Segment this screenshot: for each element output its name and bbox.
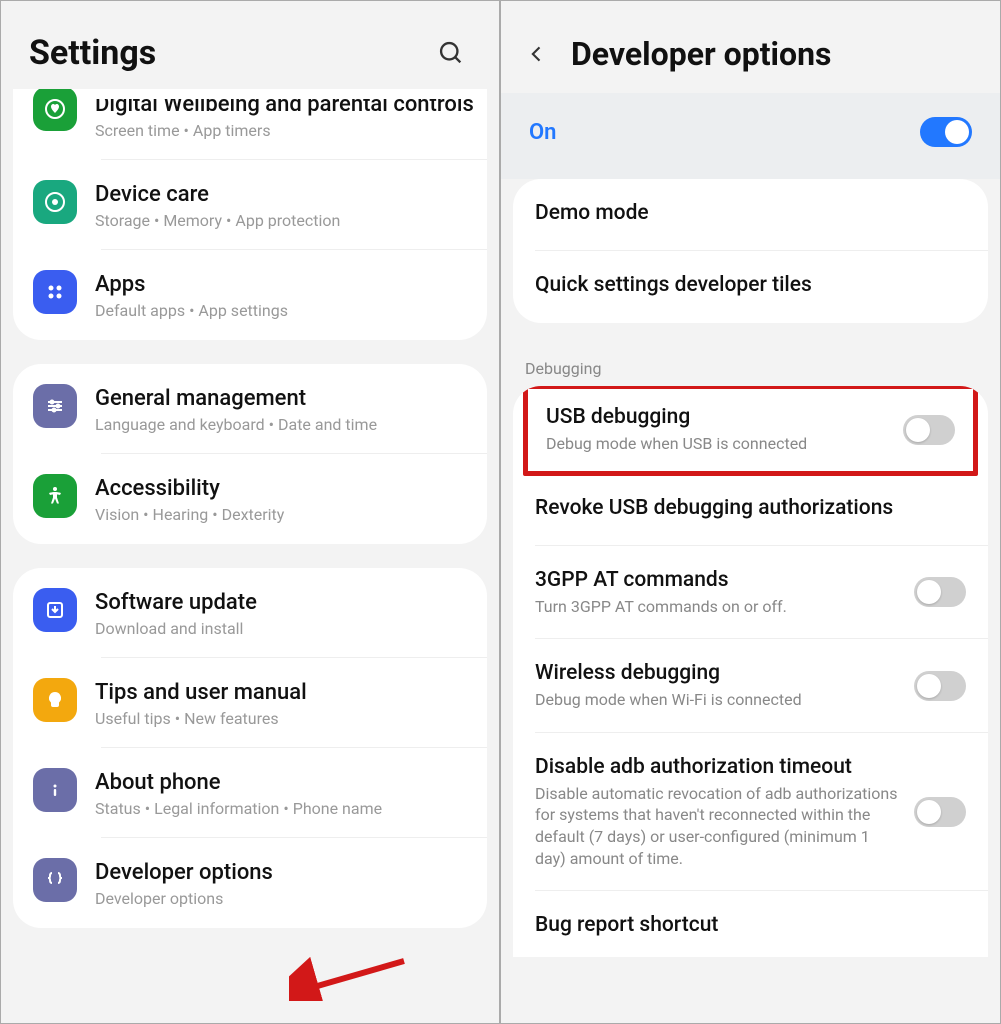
dev-item-revoke[interactable]: Revoke USB debugging authorizations xyxy=(513,474,988,546)
grid-icon xyxy=(33,270,77,314)
dev-item-bugreport[interactable]: Bug report shortcut xyxy=(513,891,988,949)
accessibility-icon xyxy=(33,474,77,518)
settings-item-title: Device care xyxy=(95,182,467,207)
developer-title: Developer options xyxy=(571,35,831,73)
settings-group: Digital Wellbeing and parental controls S… xyxy=(13,89,487,340)
toggle-usb[interactable] xyxy=(903,415,955,445)
dev-item-title: Quick settings developer tiles xyxy=(535,273,812,297)
settings-item-subtitle: Language and keyboard • Date and time xyxy=(95,415,467,434)
section-header-debugging: Debugging xyxy=(501,339,1000,386)
settings-item-title: Software update xyxy=(95,590,467,615)
settings-item-about[interactable]: About phone Status • Legal information • … xyxy=(13,748,487,838)
settings-item-subtitle: Storage • Memory • App protection xyxy=(95,211,467,230)
settings-title: Settings xyxy=(29,33,156,73)
settings-item-subtitle: Default apps • App settings xyxy=(95,301,467,320)
settings-group: Software update Download and install Tips … xyxy=(13,568,487,928)
settings-screen: Settings Digital Wellbeing and parental … xyxy=(0,0,500,1024)
info-icon xyxy=(33,768,77,812)
dev-item-title: Revoke USB debugging authorizations xyxy=(535,496,966,520)
dev-item-subtitle: Debug mode when Wi-Fi is connected xyxy=(535,689,898,711)
master-toggle[interactable] xyxy=(920,117,972,147)
settings-item-tips[interactable]: Tips and user manual Useful tips • New fe… xyxy=(13,658,487,748)
settings-item-accessibility[interactable]: Accessibility Vision • Hearing • Dexterit… xyxy=(13,454,487,544)
toggle-adb[interactable] xyxy=(914,797,966,827)
settings-item-title: Digital Wellbeing and parental controls xyxy=(95,99,474,117)
heart-icon xyxy=(33,89,77,131)
dev-item-subtitle: Turn 3GPP AT commands on or off. xyxy=(535,596,898,618)
settings-item-title: About phone xyxy=(95,770,467,795)
settings-group: General management Language and keyboard … xyxy=(13,364,487,544)
settings-item-subtitle: Status • Legal information • Phone name xyxy=(95,799,467,818)
dev-item-subtitle: Debug mode when USB is connected xyxy=(546,433,887,455)
settings-item-dev[interactable]: Developer options Developer options xyxy=(13,838,487,928)
dev-item-title: Demo mode xyxy=(535,201,649,225)
braces-icon xyxy=(33,858,77,902)
arrow-annotation xyxy=(289,951,409,1001)
dev-item-qstiles[interactable]: Quick settings developer tiles xyxy=(513,251,988,323)
chevron-left-icon xyxy=(527,44,547,64)
settings-item-title: Tips and user manual xyxy=(95,680,467,705)
master-toggle-label: On xyxy=(529,120,556,145)
dev-group-general: Demo mode Quick settings developer tiles xyxy=(513,179,988,323)
dev-item-wireless[interactable]: Wireless debugging Debug mode when Wi-Fi … xyxy=(513,639,988,733)
dev-item-demo[interactable]: Demo mode xyxy=(513,179,988,251)
dev-item-title: 3GPP AT commands xyxy=(535,568,898,592)
settings-item-wellbeing[interactable]: Digital Wellbeing and parental controls S… xyxy=(13,89,487,160)
settings-item-title: Accessibility xyxy=(95,476,467,501)
settings-item-subtitle: Vision • Hearing • Dexterity xyxy=(95,505,467,524)
search-icon xyxy=(437,39,465,67)
update-icon xyxy=(33,588,77,632)
care-icon xyxy=(33,180,77,224)
bulb-icon xyxy=(33,678,77,722)
settings-item-update[interactable]: Software update Download and install xyxy=(13,568,487,658)
master-toggle-row[interactable]: On xyxy=(501,93,1000,179)
dev-item-usb[interactable]: USB debugging Debug mode when USB is conn… xyxy=(528,389,973,471)
dev-item-title: Disable adb authorization timeout xyxy=(535,755,898,779)
settings-item-devicecare[interactable]: Device care Storage • Memory • App protec… xyxy=(13,160,487,250)
settings-item-title: General management xyxy=(95,386,467,411)
search-button[interactable] xyxy=(431,33,471,73)
dev-item-adb[interactable]: Disable adb authorization timeout Disable… xyxy=(513,733,988,891)
dev-item-title: Wireless debugging xyxy=(535,661,898,685)
dev-item-title: Bug report shortcut xyxy=(535,913,966,937)
settings-item-subtitle: Developer options xyxy=(95,889,467,908)
developer-options-screen: Developer options On Demo mode Quick sett… xyxy=(500,0,1001,1024)
back-button[interactable] xyxy=(521,38,553,70)
settings-item-subtitle: Useful tips • New features xyxy=(95,709,467,728)
sliders-icon xyxy=(33,384,77,428)
settings-item-title: Apps xyxy=(95,272,467,297)
dev-item-title: USB debugging xyxy=(546,405,887,429)
dev-item-subtitle: Disable automatic revocation of adb auth… xyxy=(535,783,898,869)
settings-item-subtitle: Download and install xyxy=(95,619,467,638)
developer-header: Developer options xyxy=(501,1,1000,93)
dev-group-debugging: USB debugging Debug mode when USB is conn… xyxy=(513,386,988,957)
settings-item-title: Developer options xyxy=(95,860,467,885)
settings-item-subtitle: Screen time • App timers xyxy=(95,121,474,140)
toggle-wireless[interactable] xyxy=(914,671,966,701)
settings-item-general[interactable]: General management Language and keyboard … xyxy=(13,364,487,454)
highlight-box: USB debugging Debug mode when USB is conn… xyxy=(523,386,978,476)
dev-item-3gpp[interactable]: 3GPP AT commands Turn 3GPP AT commands on… xyxy=(513,546,988,640)
settings-item-apps[interactable]: Apps Default apps • App settings xyxy=(13,250,487,340)
toggle-3gpp[interactable] xyxy=(914,577,966,607)
settings-header: Settings xyxy=(1,1,499,89)
